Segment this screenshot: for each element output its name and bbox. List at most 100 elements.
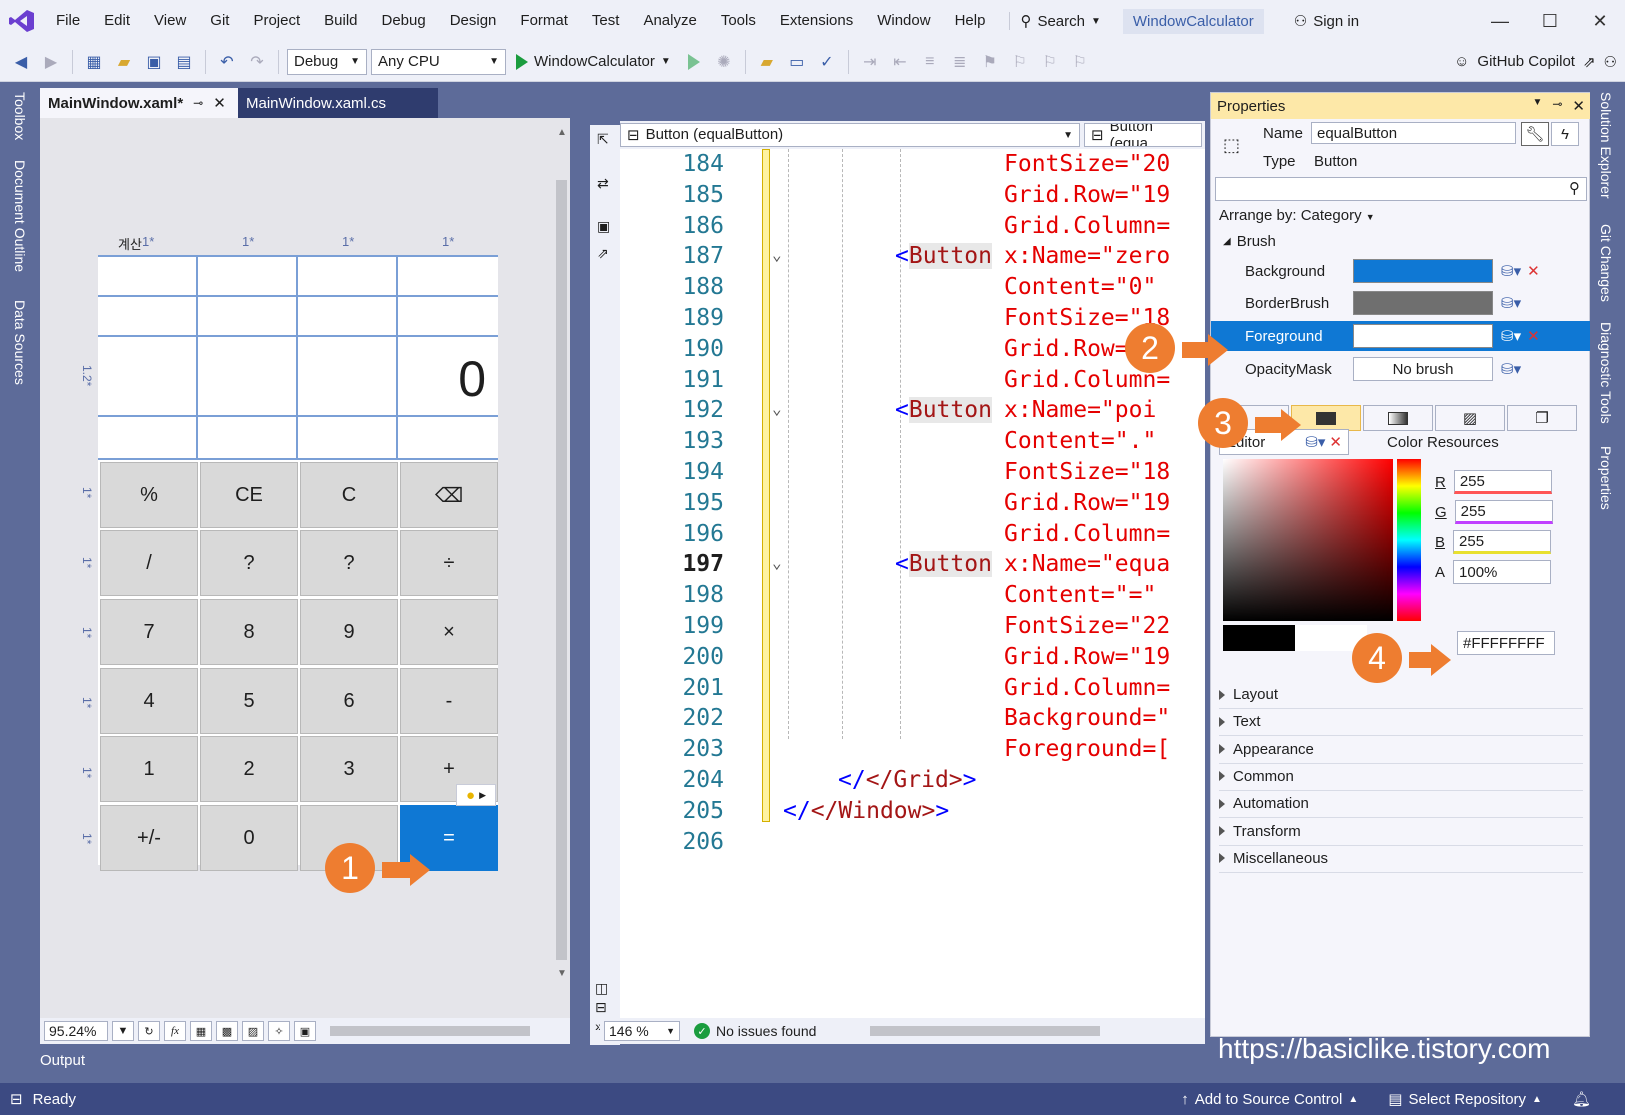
calculator-button[interactable]: /: [100, 530, 198, 596]
grid-icon[interactable]: ▦: [190, 1021, 212, 1041]
close-icon[interactable]: ✕: [213, 94, 226, 112]
pointer-icon[interactable]: ⇱: [597, 131, 609, 148]
git-changes-tab[interactable]: Git Changes: [1598, 224, 1614, 302]
calculator-button[interactable]: 0: [200, 805, 298, 871]
maximize-button[interactable]: ☐: [1525, 11, 1575, 32]
borderbrush-property-row[interactable]: BorderBrush ⛁▾: [1211, 288, 1591, 318]
green-channel-input[interactable]: 255: [1454, 500, 1553, 524]
row-size-label[interactable]: 1*: [80, 767, 94, 778]
menu-item-design[interactable]: Design: [438, 0, 509, 42]
menu-item-test[interactable]: Test: [580, 0, 632, 42]
popout-icon[interactable]: ⇗: [597, 245, 609, 262]
color-swatch[interactable]: [1353, 324, 1493, 348]
calculator-button[interactable]: +/-: [100, 805, 198, 871]
column-size-label[interactable]: 1*: [342, 234, 354, 249]
comment-icon[interactable]: ≡: [917, 49, 943, 75]
row-size-label[interactable]: 1*: [80, 697, 94, 708]
menu-item-debug[interactable]: Debug: [370, 0, 438, 42]
document-outline-tab[interactable]: Document Outline: [12, 160, 28, 272]
brush-section-header[interactable]: ◢ Brush: [1223, 233, 1276, 250]
color-swatch[interactable]: [1353, 291, 1493, 315]
menu-item-edit[interactable]: Edit: [92, 0, 142, 42]
calculator-button[interactable]: 3: [300, 736, 398, 802]
calculator-button[interactable]: ?: [200, 530, 298, 596]
search-box[interactable]: ⚲ Search ▼: [1009, 12, 1110, 30]
feedback-icon[interactable]: ⚇: [1604, 53, 1617, 71]
add-to-source-control-button[interactable]: ↑ Add to Source Control ▲: [1181, 1091, 1358, 1108]
column-size-label[interactable]: 1*: [442, 234, 454, 249]
menu-item-extensions[interactable]: Extensions: [768, 0, 865, 42]
diagnostic-tools-tab[interactable]: Diagnostic Tools: [1598, 322, 1614, 424]
artboard-background-icon[interactable]: ▨: [242, 1021, 264, 1041]
prev-bookmark-icon[interactable]: ⚐: [1007, 49, 1033, 75]
designer-horizontal-scrollbar[interactable]: [330, 1026, 530, 1036]
row-size-label[interactable]: 1*: [80, 833, 94, 844]
uncomment-icon[interactable]: ≣: [947, 49, 973, 75]
snap-lines-icon[interactable]: ✧: [268, 1021, 290, 1041]
alpha-channel-input[interactable]: 100%: [1453, 560, 1552, 584]
minimize-button[interactable]: —: [1475, 11, 1525, 32]
hex-color-input[interactable]: #FFFFFFFF: [1457, 631, 1555, 655]
refresh-icon[interactable]: ↻: [138, 1021, 160, 1041]
project-code-icon[interactable]: ▣: [294, 1021, 316, 1041]
calculator-button[interactable]: 1: [100, 736, 198, 802]
section-transform[interactable]: Transform: [1219, 818, 1583, 846]
color-swatch[interactable]: [1353, 259, 1493, 283]
redo-icon[interactable]: ↷: [244, 49, 270, 75]
calculator-button[interactable]: ?: [300, 530, 398, 596]
calculator-button[interactable]: ÷: [400, 530, 498, 596]
calculator-button[interactable]: 7: [100, 599, 198, 665]
select-repository-button[interactable]: ▤ Select Repository ▲: [1388, 1090, 1542, 1109]
opacitymask-value[interactable]: No brush: [1353, 357, 1493, 381]
resource-icon[interactable]: ⛁▾: [1501, 262, 1521, 280]
row-size-label[interactable]: 1.2*: [80, 365, 94, 386]
calculator-button[interactable]: 2: [200, 736, 298, 802]
calculator-button[interactable]: ×: [400, 599, 498, 665]
member-selector[interactable]: ⊟ Button (equa: [1084, 123, 1202, 147]
sign-in-button[interactable]: ⚇ Sign in: [1294, 12, 1359, 31]
section-common[interactable]: Common: [1219, 763, 1583, 791]
color-resources-tab[interactable]: Color Resources: [1387, 434, 1499, 451]
calculator-button[interactable]: CE: [200, 462, 298, 528]
back-icon[interactable]: ◀: [8, 49, 34, 75]
open-folder-icon[interactable]: ▰: [111, 49, 137, 75]
tab-mainwindow-xaml-cs[interactable]: MainWindow.xaml.cs: [238, 88, 438, 118]
designer-vertical-scrollbar[interactable]: ▲ ▼: [553, 125, 570, 1015]
calculator-button[interactable]: C: [300, 462, 398, 528]
menu-item-git[interactable]: Git: [198, 0, 241, 42]
bookmark-icon[interactable]: ⚑: [977, 49, 1003, 75]
share-icon[interactable]: ⇗: [1583, 53, 1596, 71]
menu-item-analyze[interactable]: Analyze: [631, 0, 708, 42]
horizontal-split-icon[interactable]: ⊟: [595, 999, 607, 1016]
editor-zoom-select[interactable]: 146 % ▼: [604, 1021, 680, 1041]
save-icon[interactable]: ▣: [141, 49, 167, 75]
save-all-icon[interactable]: ▤: [171, 49, 197, 75]
editor-horizontal-scrollbar[interactable]: [870, 1026, 1101, 1036]
clear-value-icon[interactable]: ✕: [1329, 433, 1342, 451]
resource-icon[interactable]: ⛁▾: [1501, 327, 1521, 345]
copilot-label[interactable]: GitHub Copilot: [1477, 53, 1575, 70]
close-icon[interactable]: ✕: [1572, 97, 1585, 115]
platform-select[interactable]: Any CPU ▼: [371, 48, 506, 75]
pin-icon[interactable]: ⊸: [193, 96, 203, 110]
resource-icon[interactable]: ⛁▾: [1501, 294, 1521, 312]
calculator-button[interactable]: 9: [300, 599, 398, 665]
xaml-code-editor[interactable]: 184 185 186 187 188 189 190 191 192 193 194 195 196 1…: [620, 149, 1205, 1019]
calculator-button[interactable]: %: [100, 462, 198, 528]
toolbox-tab[interactable]: Toolbox: [12, 92, 28, 140]
tab-mainwindow-xaml[interactable]: MainWindow.xaml* ⊸ ✕: [40, 88, 238, 118]
chevron-down-icon[interactable]: ▼: [112, 1021, 134, 1041]
image-brush-tab[interactable]: ▨: [1435, 405, 1505, 431]
clear-bookmarks-icon[interactable]: ⚐: [1067, 49, 1093, 75]
spellcheck-icon[interactable]: ✓: [814, 49, 840, 75]
column-ruler[interactable]: 계산 1* 1* 1* 1*: [96, 234, 496, 252]
color-picker-gradient[interactable]: [1223, 459, 1393, 621]
background-property-row[interactable]: Background ⛁▾ ✕: [1211, 256, 1591, 286]
clear-value-icon[interactable]: ✕: [1527, 262, 1540, 280]
menu-item-help[interactable]: Help: [943, 0, 998, 42]
menu-item-project[interactable]: Project: [241, 0, 312, 42]
menu-item-format[interactable]: Format: [508, 0, 580, 42]
notifications-icon[interactable]: 🔔︎: [1572, 1090, 1591, 1108]
quick-actions-button[interactable]: ● ▶: [456, 784, 496, 806]
resource-icon[interactable]: ⛁▾: [1305, 433, 1325, 451]
